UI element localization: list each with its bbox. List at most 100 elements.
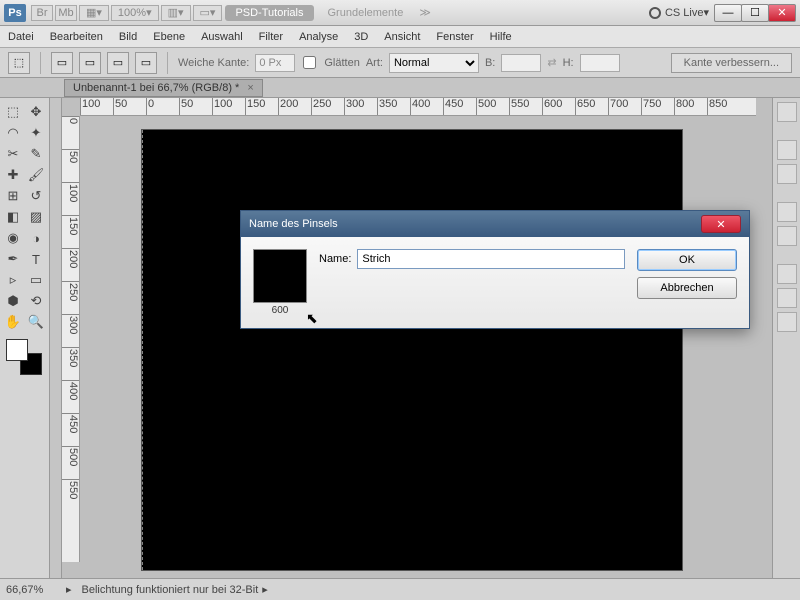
app-icon: Ps: [4, 4, 26, 22]
cslive-button[interactable]: CS Live ▾: [649, 6, 709, 19]
layout-dropdown[interactable]: ▦▾: [79, 5, 109, 21]
sel-sub-icon[interactable]: ▭: [107, 52, 129, 74]
tool-brush[interactable]: 🖌: [25, 165, 47, 185]
height-label: H:: [563, 57, 574, 69]
status-zoom[interactable]: 66,67%: [6, 584, 66, 596]
tool-rotate3d[interactable]: ⟲: [25, 291, 47, 311]
ok-button[interactable]: OK: [637, 249, 737, 271]
minimize-button[interactable]: —: [714, 4, 742, 22]
maximize-button[interactable]: ☐: [741, 4, 769, 22]
tool-hand[interactable]: ✋: [2, 312, 24, 332]
workspace-psd[interactable]: PSD-Tutorials: [225, 5, 313, 21]
sel-new-icon[interactable]: ▭: [51, 52, 73, 74]
feather-label: Weiche Kante:: [178, 57, 249, 69]
left-dock[interactable]: [50, 98, 62, 578]
sel-add-icon[interactable]: ▭: [79, 52, 101, 74]
style-select[interactable]: Normal: [389, 53, 479, 73]
screen-dropdown[interactable]: ▭▾: [193, 5, 223, 21]
status-bar: 66,67% ▸ Belichtung funktioniert nur bei…: [0, 578, 800, 600]
br-button[interactable]: Br: [31, 5, 53, 21]
tool-blur[interactable]: ◉: [2, 228, 24, 248]
menu-3d[interactable]: 3D: [354, 31, 368, 43]
name-label: Name:: [319, 253, 351, 265]
status-arrow2-icon[interactable]: ▸: [262, 583, 268, 596]
tool-wand[interactable]: ✦: [25, 123, 47, 143]
tool-shape[interactable]: ▭: [25, 270, 47, 290]
menu-bar: Datei Bearbeiten Bild Ebene Auswahl Filt…: [0, 26, 800, 48]
sel-int-icon[interactable]: ▭: [135, 52, 157, 74]
tool-eraser[interactable]: ◧: [2, 207, 24, 227]
antialias-checkbox[interactable]: [303, 56, 316, 69]
tool-eyedrop[interactable]: ✎: [25, 144, 47, 164]
zoom-label: 100%: [118, 7, 146, 19]
tool-history[interactable]: ↺: [25, 186, 47, 206]
tool-3d[interactable]: ⬢: [2, 291, 24, 311]
width-label: B:: [485, 57, 495, 69]
document-canvas[interactable]: [142, 130, 682, 570]
marquee-icon[interactable]: ⬚: [8, 52, 30, 74]
document-tab[interactable]: Unbenannt-1 bei 66,7% (RGB/8) * ×: [64, 79, 263, 97]
menu-filter[interactable]: Filter: [259, 31, 283, 43]
tool-stamp[interactable]: ⊞: [2, 186, 24, 206]
more-icon[interactable]: ≫: [419, 6, 431, 19]
tool-pen[interactable]: ✒: [2, 249, 24, 269]
refine-edge-button[interactable]: Kante verbessern...: [671, 53, 792, 73]
tool-path[interactable]: ▹: [2, 270, 24, 290]
tool-zoom[interactable]: 🔍: [25, 312, 47, 332]
document-tabs: Unbenannt-1 bei 66,7% (RGB/8) * ×: [0, 78, 800, 98]
menu-datei[interactable]: Datei: [8, 31, 34, 43]
brush-name-dialog: Name des Pinsels ✕ 600 Name: OK Abbreche…: [240, 210, 750, 329]
mb-button[interactable]: Mb: [55, 5, 77, 21]
status-text: Belichtung funktioniert nur bei 32-Bit: [82, 584, 259, 596]
swap-icon[interactable]: ⇄: [547, 56, 556, 69]
panel-swatches-icon[interactable]: [777, 140, 797, 160]
title-bar: Ps Br Mb ▦▾ 100% ▾ ▥▾ ▭▾ PSD-Tutorials G…: [0, 0, 800, 26]
brush-preview: 600: [253, 249, 307, 316]
panel-adjust-icon[interactable]: [777, 202, 797, 222]
workspace-grundelemente[interactable]: Grundelemente: [318, 5, 414, 21]
dialog-close-button[interactable]: ✕: [701, 215, 741, 233]
cancel-button[interactable]: Abbrechen: [637, 277, 737, 299]
menu-auswahl[interactable]: Auswahl: [201, 31, 243, 43]
menu-hilfe[interactable]: Hilfe: [490, 31, 512, 43]
tab-close-icon[interactable]: ×: [247, 82, 253, 94]
menu-ebene[interactable]: Ebene: [153, 31, 185, 43]
dialog-title: Name des Pinsels: [249, 218, 338, 230]
color-swatch[interactable]: [6, 339, 42, 375]
dialog-titlebar[interactable]: Name des Pinsels ✕: [241, 211, 749, 237]
panel-color-icon[interactable]: [777, 102, 797, 122]
tool-heal[interactable]: ✚: [2, 165, 24, 185]
view-dropdown[interactable]: ▥▾: [161, 5, 191, 21]
panel-styles-icon[interactable]: [777, 164, 797, 184]
feather-input[interactable]: [255, 54, 295, 72]
name-input[interactable]: [357, 249, 625, 269]
brush-size-label: 600: [253, 305, 307, 316]
tool-lasso[interactable]: ◠: [2, 123, 24, 143]
menu-ansicht[interactable]: Ansicht: [384, 31, 420, 43]
menu-analyse[interactable]: Analyse: [299, 31, 338, 43]
tool-type[interactable]: T: [25, 249, 47, 269]
tool-move[interactable]: ✥: [25, 102, 47, 122]
menu-fenster[interactable]: Fenster: [436, 31, 473, 43]
cslive-label: CS Live: [665, 7, 704, 19]
panel-masks-icon[interactable]: [777, 226, 797, 246]
panel-layers-icon[interactable]: [777, 264, 797, 284]
tool-marquee[interactable]: ⬚: [2, 102, 24, 122]
menu-bearbeiten[interactable]: Bearbeiten: [50, 31, 103, 43]
tool-dodge[interactable]: ◑: [25, 228, 47, 248]
menu-bild[interactable]: Bild: [119, 31, 137, 43]
tool-gradient[interactable]: ▨: [25, 207, 47, 227]
zoom-dropdown[interactable]: 100% ▾: [111, 5, 159, 21]
panel-paths-icon[interactable]: [777, 312, 797, 332]
ruler-vertical: 050100150200250300350400450500550: [62, 116, 80, 562]
tool-crop[interactable]: ✂: [2, 144, 24, 164]
panel-channels-icon[interactable]: [777, 288, 797, 308]
style-label: Art:: [366, 57, 383, 69]
height-input[interactable]: [580, 54, 620, 72]
brush-thumb: [253, 249, 307, 303]
width-input[interactable]: [501, 54, 541, 72]
options-bar: ⬚ ▭ ▭ ▭ ▭ Weiche Kante: Glätten Art: Nor…: [0, 48, 800, 78]
status-arrow-icon[interactable]: ▸: [66, 583, 72, 596]
cslive-icon: [649, 7, 661, 19]
close-button[interactable]: ✕: [768, 4, 796, 22]
